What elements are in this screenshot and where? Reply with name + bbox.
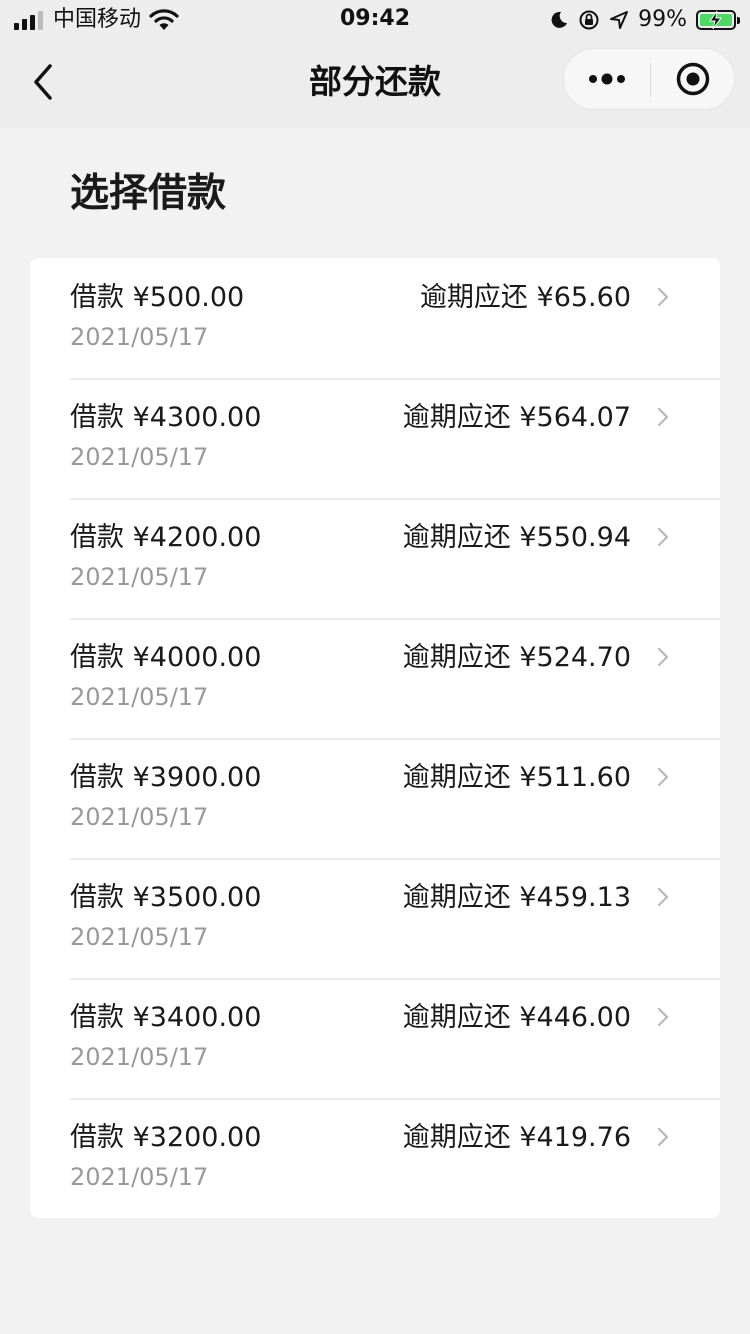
loan-amount: 借款 ¥3400.00 (70, 1002, 262, 1033)
battery-charging-icon (696, 10, 740, 30)
overdue-amount: 逾期应还 ¥564.07 (402, 402, 631, 433)
rotation-lock-icon (579, 10, 599, 30)
target-close-icon (676, 62, 710, 96)
overdue-amount: 逾期应还 ¥524.70 (402, 642, 631, 673)
chevron-right-icon (657, 287, 669, 307)
loan-row[interactable]: 借款 ¥4300.00 2021/05/17 逾期应还 ¥564.07 (30, 378, 720, 498)
nav-bar: 部分还款 (0, 40, 750, 128)
location-arrow-icon (610, 11, 629, 29)
loan-list: 借款 ¥500.00 2021/05/17 逾期应还 ¥65.60 借款 ¥43… (30, 258, 720, 1218)
chevron-right-icon (657, 527, 669, 547)
loan-date: 2021/05/17 (70, 683, 209, 711)
loan-date: 2021/05/17 (70, 443, 209, 471)
overdue-amount: 逾期应还 ¥65.60 (419, 282, 631, 313)
loan-date: 2021/05/17 (70, 563, 209, 591)
loan-row[interactable]: 借款 ¥3400.00 2021/05/17 逾期应还 ¥446.00 (30, 978, 720, 1098)
overdue-amount: 逾期应还 ¥511.60 (402, 762, 631, 793)
chevron-right-icon (657, 1127, 669, 1147)
chevron-right-icon (657, 647, 669, 667)
battery-percent: 99% (638, 7, 687, 32)
loan-row[interactable]: 借款 ¥4000.00 2021/05/17 逾期应还 ¥524.70 (30, 618, 720, 738)
more-dots-icon (589, 73, 625, 85)
overdue-amount: 逾期应还 ¥419.76 (402, 1122, 631, 1153)
loan-date: 2021/05/17 (70, 1163, 209, 1191)
status-bar: 中国移动 09:42 99% (0, 0, 750, 40)
more-button[interactable] (564, 49, 650, 109)
menu-capsule (563, 48, 735, 110)
chevron-right-icon (657, 767, 669, 787)
status-right: 99% (549, 6, 740, 34)
loan-date: 2021/05/17 (70, 323, 209, 351)
loan-row[interactable]: 借款 ¥3500.00 2021/05/17 逾期应还 ¥459.13 (30, 858, 720, 978)
loan-amount: 借款 ¥500.00 (70, 282, 245, 313)
loan-date: 2021/05/17 (70, 923, 209, 951)
close-button[interactable] (651, 49, 735, 109)
moon-icon (551, 11, 568, 28)
loan-amount: 借款 ¥4200.00 (70, 522, 262, 553)
chevron-right-icon (657, 407, 669, 427)
loan-row[interactable]: 借款 ¥3900.00 2021/05/17 逾期应还 ¥511.60 (30, 738, 720, 858)
loan-date: 2021/05/17 (70, 1043, 209, 1071)
loan-date: 2021/05/17 (70, 803, 209, 831)
section-title: 选择借款 (70, 171, 227, 216)
chevron-right-icon (657, 1007, 669, 1027)
loan-amount: 借款 ¥3200.00 (70, 1122, 262, 1153)
loan-amount: 借款 ¥3900.00 (70, 762, 262, 793)
overdue-amount: 逾期应还 ¥459.13 (402, 882, 631, 913)
loan-amount: 借款 ¥3500.00 (70, 882, 262, 913)
loan-row[interactable]: 借款 ¥500.00 2021/05/17 逾期应还 ¥65.60 (30, 258, 720, 378)
loan-row[interactable]: 借款 ¥4200.00 2021/05/17 逾期应还 ¥550.94 (30, 498, 720, 618)
overdue-amount: 逾期应还 ¥446.00 (402, 1002, 631, 1033)
chevron-right-icon (657, 887, 669, 907)
loan-row[interactable]: 借款 ¥3200.00 2021/05/17 逾期应还 ¥419.76 (30, 1098, 720, 1218)
loan-amount: 借款 ¥4000.00 (70, 642, 262, 673)
loan-amount: 借款 ¥4300.00 (70, 402, 262, 433)
overdue-amount: 逾期应还 ¥550.94 (402, 522, 631, 553)
